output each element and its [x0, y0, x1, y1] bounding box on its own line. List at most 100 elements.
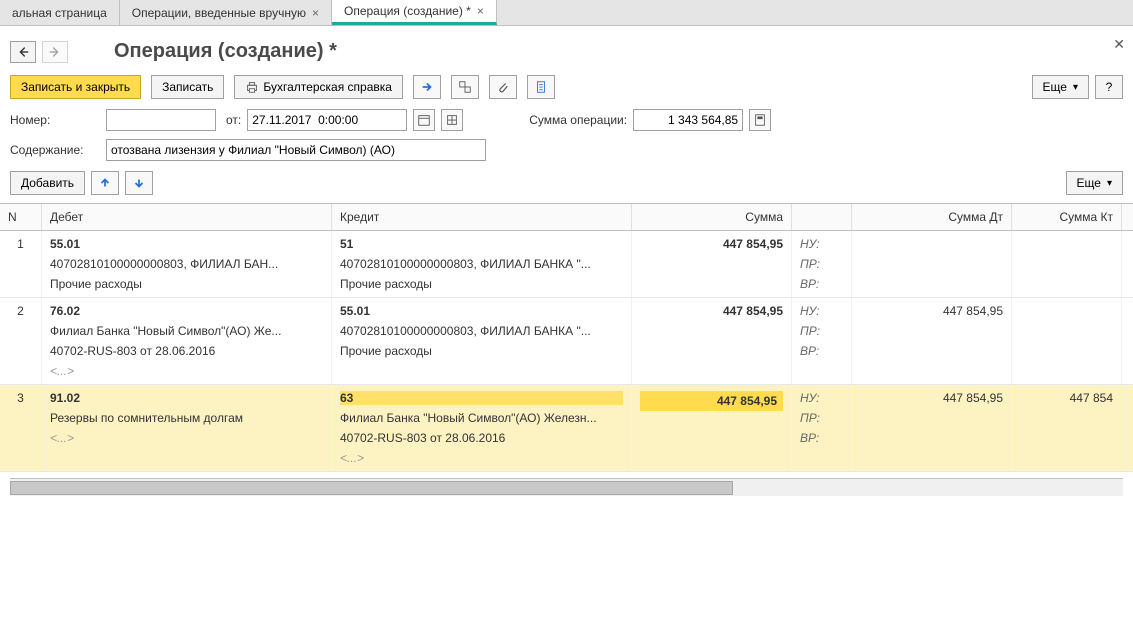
cell-debit: 76.02 Филиал Банка "Новый Символ"(АО) Же.…: [42, 298, 332, 384]
credit-line: 40702810100000000803, ФИЛИАЛ БАНКА "...: [340, 257, 623, 271]
cell-sum-dt: [852, 231, 1012, 297]
move-down-icon[interactable]: [125, 171, 153, 195]
table-header: N Дебет Кредит Сумма Сумма Дт Сумма Кт: [0, 204, 1133, 231]
cell-tax: НУ:ПР:ВР:: [792, 385, 852, 471]
link-icon[interactable]: [451, 75, 479, 99]
help-button[interactable]: ?: [1095, 75, 1123, 99]
credit-line: Прочие расходы: [340, 344, 623, 358]
form-row-number: Номер: от: Сумма операции:: [0, 105, 1133, 135]
debit-line: 40702810100000000803, ФИЛИАЛ БАН...: [50, 257, 323, 271]
cell-debit: 91.02 Резервы по сомнительным долгам <...>: [42, 385, 332, 471]
tab-label: Операции, введенные вручную: [132, 6, 306, 20]
forward-button[interactable]: [42, 41, 68, 63]
tab[interactable]: альная страница: [0, 0, 120, 25]
debit-line: Филиал Банка "Новый Символ"(АО) Же...: [50, 324, 323, 338]
col-credit[interactable]: Кредит: [332, 204, 632, 230]
cell-credit: 51 40702810100000000803, ФИЛИАЛ БАНКА "..…: [332, 231, 632, 297]
sum-input[interactable]: [633, 109, 743, 131]
chevron-down-icon: ▾: [1107, 178, 1112, 189]
debit-account: 55.01: [50, 237, 323, 251]
calculator-icon[interactable]: [749, 109, 771, 131]
sum-label: Сумма операции:: [529, 113, 627, 127]
cell-tax: НУ: ПР: ВР:: [792, 231, 852, 297]
tax-label: ВР:: [800, 344, 843, 358]
save-close-button[interactable]: Записать и закрыть: [10, 75, 141, 99]
calendar-icon[interactable]: [413, 109, 435, 131]
col-sum[interactable]: Сумма: [632, 204, 792, 230]
cell-debit: 55.01 40702810100000000803, ФИЛИАЛ БАН...…: [42, 231, 332, 297]
cell-sum: 447 854,95: [632, 231, 792, 297]
table-row[interactable]: 3 91.02 Резервы по сомнительным долгам <...…: [0, 385, 1133, 472]
credit-line: 40702-RUS-803 от 28.06.2016: [340, 431, 623, 445]
col-sum-kt[interactable]: Сумма Кт: [1012, 204, 1122, 230]
table-more-button[interactable]: Еще ▾: [1066, 171, 1123, 195]
cell-n: 3: [0, 385, 42, 471]
horizontal-scrollbar[interactable]: [10, 478, 1123, 496]
attachment-icon[interactable]: [489, 75, 517, 99]
table-row[interactable]: 2 76.02 Филиал Банка "Новый Символ"(АО) Же…: [0, 298, 1133, 385]
date-input[interactable]: [247, 109, 407, 131]
page-title: Операция (создание) *: [114, 40, 337, 63]
content-label: Содержание:: [10, 143, 100, 157]
close-icon[interactable]: ×: [477, 4, 484, 18]
table-toolbar: Добавить Еще ▾: [0, 165, 1133, 201]
cell-sum: 447 854,95: [632, 298, 792, 384]
move-up-icon[interactable]: [91, 171, 119, 195]
close-icon[interactable]: ×: [312, 6, 319, 20]
tax-label: ВР:: [800, 277, 843, 291]
cell-sum-kt: [1012, 298, 1122, 384]
table-row[interactable]: 1 55.01 40702810100000000803, ФИЛИАЛ БАН..…: [0, 231, 1133, 298]
debit-account: 76.02: [50, 304, 323, 318]
save-button[interactable]: Записать: [151, 75, 224, 99]
close-icon[interactable]: ✕: [1113, 36, 1125, 53]
col-n[interactable]: N: [0, 204, 42, 230]
cell-n: 2: [0, 298, 42, 384]
debit-line: <...>: [50, 431, 323, 445]
more-label: Еще: [1043, 80, 1067, 94]
accounting-doc-label: Бухгалтерская справка: [263, 80, 392, 94]
debit-account: 91.02: [50, 391, 323, 405]
tab[interactable]: Операция (создание) *×: [332, 0, 497, 25]
credit-account: 55.01: [340, 304, 623, 318]
col-sum-dt[interactable]: Сумма Дт: [852, 204, 1012, 230]
cell-sum: 447 854,95: [632, 385, 792, 471]
tax-label: НУ:: [800, 237, 843, 251]
more-button[interactable]: Еще ▾: [1032, 75, 1089, 99]
tab[interactable]: Операции, введенные вручную ×: [120, 0, 332, 25]
sum-kt-value: 447 854: [1020, 391, 1113, 405]
credit-line: Филиал Банка "Новый Символ"(АО) Железн..…: [340, 411, 623, 425]
cell-credit: 55.01 40702810100000000803, ФИЛИАЛ БАНКА …: [332, 298, 632, 384]
entries-table: N Дебет Кредит Сумма Сумма Дт Сумма Кт 1…: [0, 203, 1133, 472]
debit-line: Прочие расходы: [50, 277, 323, 291]
debit-line: <...>: [50, 364, 323, 378]
content-input[interactable]: [106, 139, 486, 161]
cell-sum-kt: 447 854: [1012, 385, 1122, 471]
credit-line: 40702810100000000803, ФИЛИАЛ БАНКА "...: [340, 324, 623, 338]
cell-credit: 63Филиал Банка "Новый Символ"(АО) Железн…: [332, 385, 632, 471]
add-button[interactable]: Добавить: [10, 171, 85, 195]
tax-label: НУ:: [800, 391, 843, 405]
sum-value: 447 854,95: [640, 391, 783, 411]
cell-n: 1: [0, 231, 42, 297]
col-tax: [792, 204, 852, 230]
cell-sum-kt: [1012, 231, 1122, 297]
back-button[interactable]: [10, 41, 36, 63]
arrow-right-icon[interactable]: [413, 75, 441, 99]
sum-dt-value: 447 854,95: [860, 304, 1003, 318]
col-debit[interactable]: Дебет: [42, 204, 332, 230]
form-row-content: Содержание:: [0, 135, 1133, 165]
scrollbar-thumb[interactable]: [10, 481, 733, 495]
accounting-doc-button[interactable]: Бухгалтерская справка: [234, 75, 403, 99]
titlebar: Операция (создание) * ✕: [0, 26, 1133, 69]
tax-label: ПР:: [800, 257, 843, 271]
credit-account: 51: [340, 237, 623, 251]
tax-label: ВР:: [800, 431, 843, 445]
tabs-strip: альная страницаОперации, введенные вручн…: [0, 0, 1133, 26]
number-input[interactable]: [106, 109, 216, 131]
grid-icon[interactable]: [441, 109, 463, 131]
debit-line: Резервы по сомнительным долгам: [50, 411, 323, 425]
number-label: Номер:: [10, 113, 100, 127]
document-icon[interactable]: [527, 75, 555, 99]
printer-icon: [245, 80, 259, 94]
sum-value: 447 854,95: [640, 304, 783, 318]
